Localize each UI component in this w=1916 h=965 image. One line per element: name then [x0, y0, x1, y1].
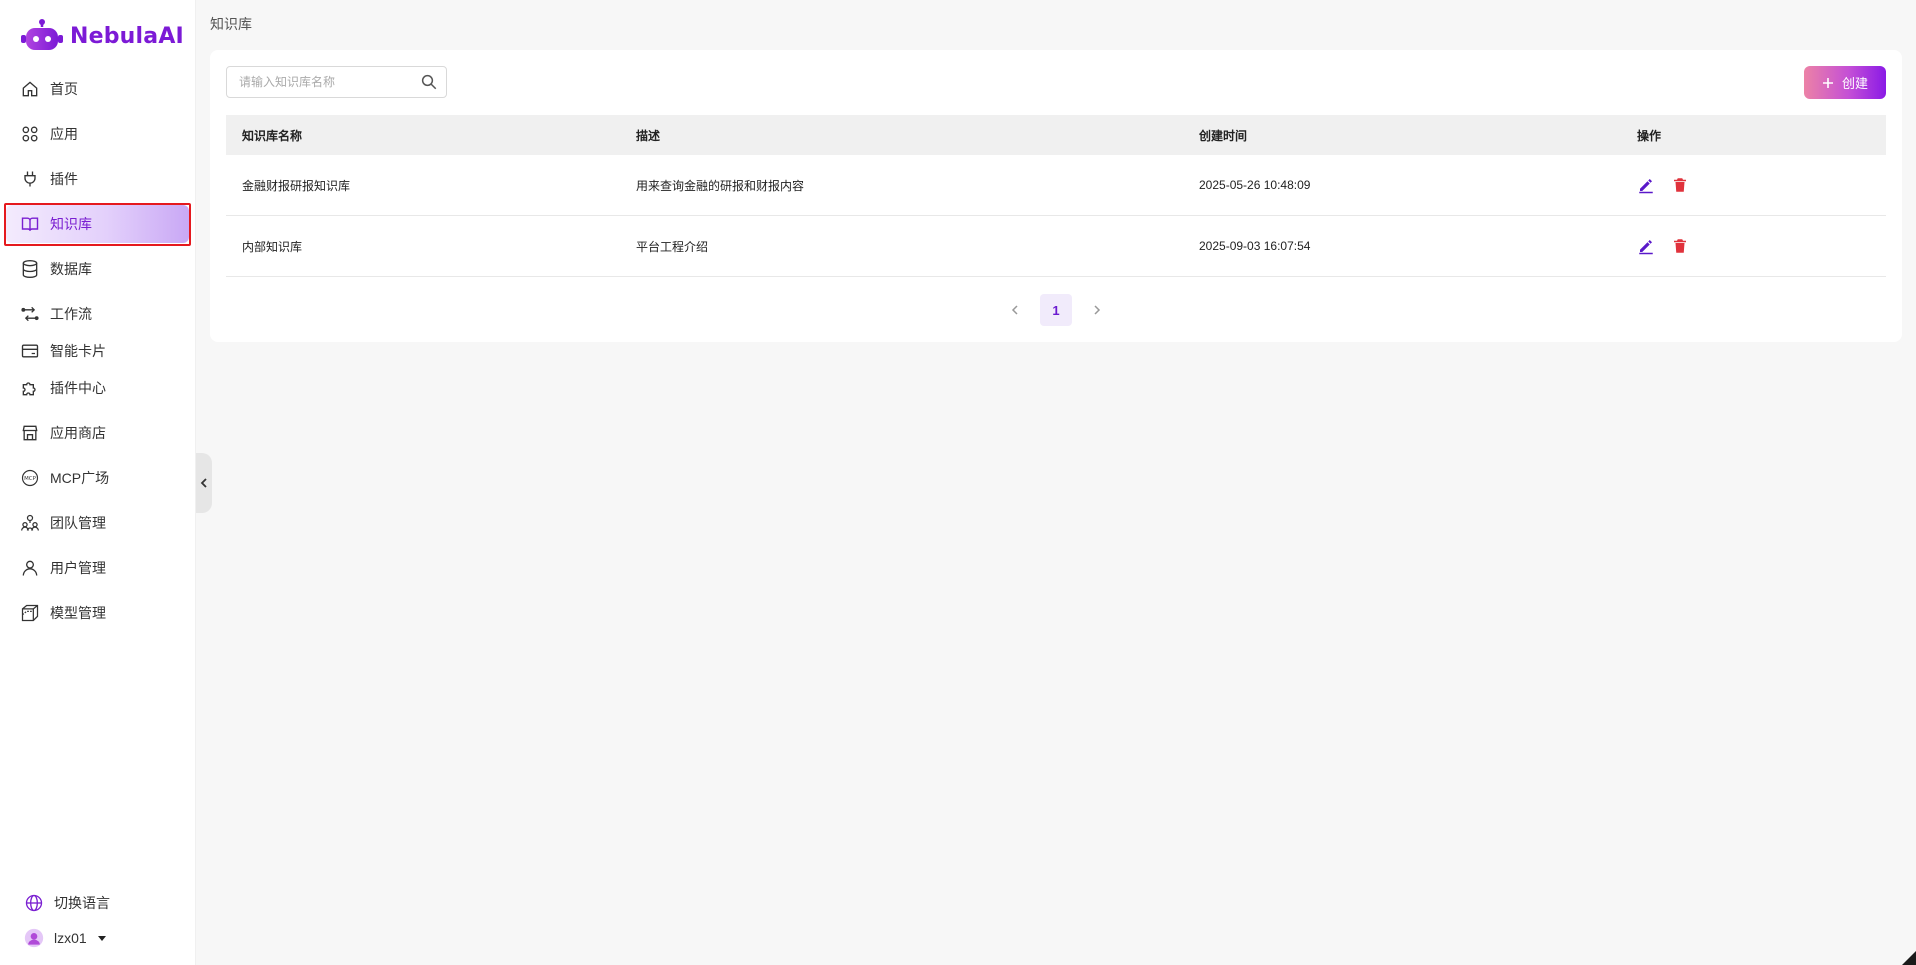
database-icon	[22, 260, 38, 278]
chevron-right-icon	[1094, 305, 1101, 315]
pencil-icon	[1639, 179, 1653, 194]
table-row: 内部知识库 平台工程介绍 2025-09-03 16:07:54	[226, 216, 1886, 277]
sidebar-item-workflow[interactable]: 工作流	[6, 295, 189, 333]
sidebar-item-label: 团队管理	[50, 515, 106, 531]
kb-created-time: 2025-09-03 16:07:54	[1199, 239, 1311, 253]
plus-icon	[1822, 77, 1833, 88]
card-icon	[21, 344, 39, 358]
row-actions	[1621, 176, 1886, 194]
delete-button[interactable]	[1671, 176, 1689, 194]
sidebar-item-knowledge-base[interactable]: 知识库	[6, 205, 189, 243]
sidebar-item-label: MCP广场	[50, 470, 110, 486]
knowledge-base-panel: 创建 知识库名称 描述 创建时间 操作 金融财报研报知识库 用来查询金融的研报和…	[210, 50, 1902, 342]
sidebar-item-plugin-center[interactable]: 插件中心	[6, 369, 189, 407]
edit-button[interactable]	[1637, 176, 1655, 194]
sidebar-item-label: 用户管理	[50, 560, 106, 576]
sidebar-item-label: 首页	[50, 81, 78, 97]
user-name: lzx01	[54, 930, 87, 946]
trash-icon	[1674, 239, 1686, 253]
sidebar-item-user-management[interactable]: 用户管理	[6, 549, 189, 587]
pencil-icon	[1639, 240, 1653, 255]
store-icon	[22, 425, 38, 441]
mcp-icon: MCP	[21, 469, 39, 487]
sidebar-item-label: 智能卡片	[50, 343, 106, 359]
sidebar-item-database[interactable]: 数据库	[6, 250, 189, 288]
sidebar-item-smart-card[interactable]: 智能卡片	[6, 332, 189, 370]
column-header-name: 知识库名称	[242, 128, 303, 143]
kb-created-time: 2025-05-26 10:48:09	[1199, 178, 1311, 192]
knowledge-base-table: 知识库名称 描述 创建时间 操作 金融财报研报知识库 用来查询金融的研报和财报内…	[226, 115, 1886, 277]
team-icon	[21, 514, 39, 531]
svg-text:MCP: MCP	[24, 476, 36, 482]
sidebar-item-label: 插件中心	[50, 380, 106, 396]
kb-name[interactable]: 内部知识库	[226, 238, 620, 255]
create-button[interactable]: 创建	[1804, 66, 1886, 99]
kb-description: 用来查询金融的研报和财报内容	[636, 178, 805, 193]
row-actions	[1621, 237, 1886, 255]
edit-button[interactable]	[1637, 237, 1655, 255]
sidebar-item-apps[interactable]: 应用	[6, 115, 189, 153]
kb-name[interactable]: 金融财报研报知识库	[226, 177, 620, 194]
column-header-created: 创建时间	[1199, 128, 1248, 143]
home-icon	[22, 81, 38, 97]
column-header-description: 描述	[636, 128, 661, 143]
sidebar-item-label: 应用	[50, 126, 78, 142]
sidebar-item-home[interactable]: 首页	[6, 70, 189, 108]
sidebar-item-label: 工作流	[50, 306, 92, 322]
sidebar: NebulaAI 首页 应用 插件 知识库 数据库 工作流 智能卡片 插件中心 …	[0, 0, 196, 965]
sidebar-item-model-management[interactable]: 模型管理	[6, 594, 189, 632]
search-box	[226, 66, 447, 98]
language-switch[interactable]: 切换语言	[24, 893, 110, 913]
kb-description: 平台工程介绍	[636, 239, 709, 254]
sidebar-item-plugins[interactable]: 插件	[6, 160, 189, 198]
robot-logo-icon	[21, 19, 63, 50]
chevron-left-icon	[1011, 305, 1018, 315]
book-icon	[21, 217, 39, 231]
resize-corner-icon	[1902, 951, 1916, 965]
sidebar-item-mcp-square[interactable]: MCP MCP广场	[6, 459, 189, 497]
table-header: 知识库名称 描述 创建时间 操作	[226, 115, 1886, 155]
workflow-icon	[21, 306, 39, 322]
chevron-left-icon	[200, 478, 207, 488]
apps-grid-icon	[22, 126, 38, 142]
search-icon[interactable]	[420, 73, 438, 91]
sidebar-item-app-store[interactable]: 应用商店	[6, 414, 189, 452]
avatar	[24, 928, 44, 948]
page-number-current[interactable]: 1	[1040, 294, 1072, 326]
sidebar-item-label: 数据库	[50, 261, 92, 277]
sidebar-item-label: 模型管理	[50, 605, 106, 621]
user-icon	[22, 560, 38, 576]
search-input[interactable]	[227, 75, 412, 89]
trash-icon	[1674, 178, 1686, 192]
next-page-button[interactable]	[1084, 297, 1110, 323]
plug-icon	[24, 171, 36, 187]
pagination: 1	[210, 294, 1902, 326]
delete-button[interactable]	[1671, 237, 1689, 255]
table-row: 金融财报研报知识库 用来查询金融的研报和财报内容 2025-05-26 10:4…	[226, 155, 1886, 216]
user-menu[interactable]: lzx01	[24, 928, 107, 948]
cube-icon	[21, 604, 39, 622]
sidebar-item-team-management[interactable]: 团队管理	[6, 504, 189, 542]
sidebar-item-label: 应用商店	[50, 425, 106, 441]
column-header-actions: 操作	[1637, 128, 1662, 143]
prev-page-button[interactable]	[1002, 297, 1028, 323]
globe-icon	[25, 894, 43, 912]
language-label: 切换语言	[54, 895, 110, 911]
sidebar-item-label: 知识库	[50, 216, 92, 232]
sidebar-item-label: 插件	[50, 171, 78, 187]
sidebar-collapse-toggle[interactable]	[196, 453, 212, 513]
brand-name: NebulaAI	[70, 23, 184, 49]
caret-down-icon	[97, 936, 106, 941]
create-button-label: 创建	[1841, 76, 1868, 91]
breadcrumb: 知识库	[210, 16, 252, 32]
puzzle-icon	[22, 382, 36, 396]
brand-logo[interactable]: NebulaAI	[20, 16, 184, 56]
